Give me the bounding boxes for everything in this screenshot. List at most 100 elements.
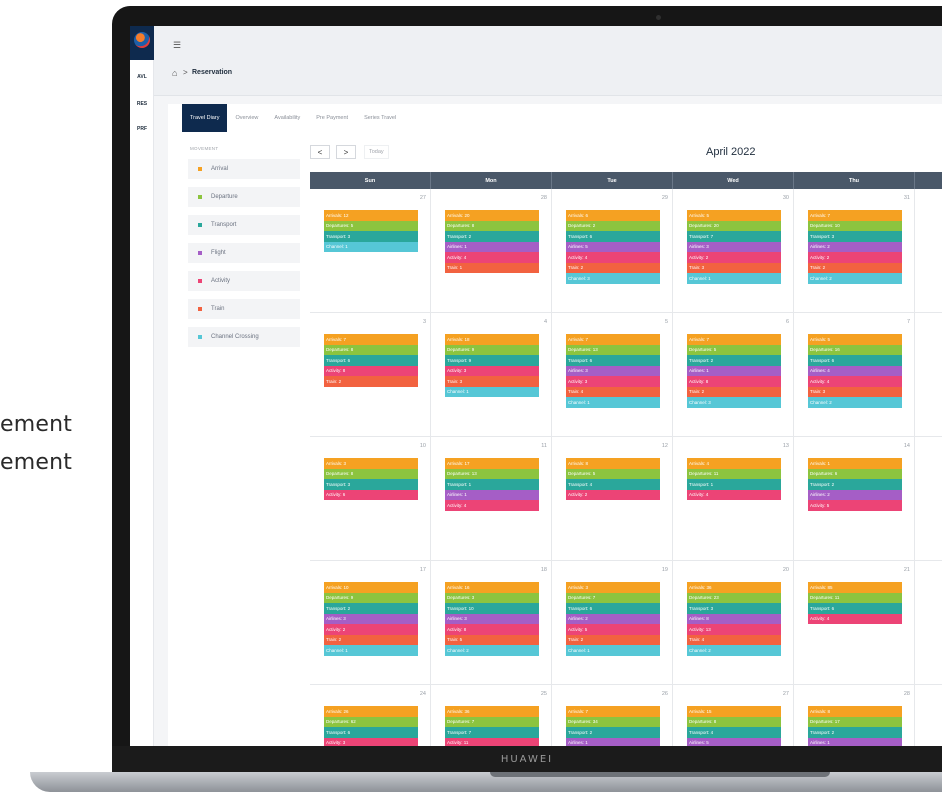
event-bar[interactable]: Arrivals: 17 [445, 458, 539, 469]
calendar-day[interactable]: 19 Arrivals: 3 Departures: 7 Transport: 6 Ai… [552, 561, 673, 685]
event-bar[interactable]: Channel: 1 [566, 645, 660, 656]
event-bar[interactable]: Channel: 2 [687, 645, 781, 656]
calendar-day[interactable]: 21 Arrivals: 85 Departures: 11 Transport: 6… [794, 561, 915, 685]
event-bar[interactable]: Departures: 2 [566, 220, 660, 231]
event-bar[interactable]: Airlines: 1 [808, 737, 902, 746]
event-bar[interactable]: Channel: 1 [324, 645, 418, 656]
event-bar[interactable]: Transport: 6 [324, 727, 418, 738]
event-bar[interactable]: Airlines: 3 [445, 613, 539, 624]
event-bar[interactable]: Arrivals: 10 [324, 582, 418, 593]
event-bar[interactable]: Arrivals: 36 [687, 582, 781, 593]
event-bar[interactable]: Arrivals: 1 [808, 458, 902, 469]
event-bar[interactable]: Transport: 3 [324, 231, 418, 242]
event-bar[interactable]: Airlines: 1 [687, 365, 781, 376]
event-bar[interactable]: Train: 1 [445, 262, 539, 273]
menu-icon[interactable]: ☰ [173, 40, 181, 51]
event-bar[interactable]: Activity: 2 [324, 624, 418, 635]
event-bar[interactable]: Train: 2 [808, 262, 902, 273]
event-bar[interactable]: Arrivals: 7 [566, 706, 660, 717]
event-bar[interactable]: Activity: 5 [808, 500, 902, 511]
event-bar[interactable]: Airlines: 5 [687, 737, 781, 746]
tab-availability[interactable]: Availability [266, 104, 308, 132]
event-bar[interactable]: Activity: 11 [445, 737, 539, 746]
event-bar[interactable]: Departures: 8 [445, 220, 539, 231]
event-bar[interactable]: Activity: 5 [566, 624, 660, 635]
event-bar[interactable]: Arrivals: 5 [808, 334, 902, 345]
event-bar[interactable]: Airlines: 1 [445, 489, 539, 500]
event-bar[interactable]: Departures: 3 [445, 592, 539, 603]
event-bar[interactable]: Airlines: 2 [566, 613, 660, 624]
event-bar[interactable]: Train: 2 [566, 634, 660, 645]
event-bar[interactable]: Activity: 3 [445, 365, 539, 376]
movement-item[interactable]: Activity [188, 271, 300, 291]
calendar-day[interactable]: 30 Arrivals: 5 Departures: 20 Transport: 7A… [673, 189, 794, 313]
event-bar[interactable]: Transport: 6 [566, 231, 660, 242]
calendar-day[interactable]: 28 Arrivals: 8 Departures: 17 Transport: 2A… [794, 685, 915, 746]
event-bar[interactable]: Airlines: 5 [566, 241, 660, 252]
event-bar[interactable]: Airlines: 1 [445, 241, 539, 252]
calendar-day[interactable]: 7 Arrivals: 5 Departures: 16 Transport: 6 Ai… [794, 313, 915, 437]
event-bar[interactable]: Channel: 1 [566, 397, 660, 408]
event-bar[interactable]: Transport: 2 [324, 603, 418, 614]
event-bar[interactable]: Train: 2 [324, 376, 418, 387]
movement-item[interactable]: Arrival [188, 159, 300, 179]
event-bar[interactable]: Arrivals: 18 [445, 334, 539, 345]
event-bar[interactable]: Channel: 1 [687, 273, 781, 284]
event-bar[interactable]: Activity: 2 [808, 252, 902, 263]
event-bar[interactable]: Arrivals: 20 [445, 210, 539, 221]
event-bar[interactable]: Airlines: 4 [808, 365, 902, 376]
event-bar[interactable]: Departures: 8 [324, 344, 418, 355]
calendar-day[interactable]: 31 Arrivals: 7 Departures: 10 Transport: 3A… [794, 189, 915, 313]
event-bar[interactable]: Arrivals: 7 [687, 334, 781, 345]
event-bar[interactable]: Departures: 23 [687, 592, 781, 603]
event-bar[interactable]: Transport: 6 [566, 355, 660, 366]
event-bar[interactable]: Train: 4 [566, 386, 660, 397]
calendar-day[interactable]: 13 Arrivals: 4 Departures: 11 Transport: 1A… [673, 437, 794, 561]
event-bar[interactable]: Transport: 4 [566, 479, 660, 490]
calendar-day[interactable]: 18 Arrivals: 16 Departures: 3 Transport: 10… [431, 561, 552, 685]
event-bar[interactable]: Transport: 10 [445, 603, 539, 614]
event-bar[interactable]: Activity: 4 [445, 252, 539, 263]
event-bar[interactable]: Arrivals: 8 [566, 458, 660, 469]
event-bar[interactable]: Airlines: 3 [324, 613, 418, 624]
calendar-day[interactable]: 6 Arrivals: 7 Departures: 5 Transport: 2 Air… [673, 313, 794, 437]
event-bar[interactable]: Transport: 2 [808, 727, 902, 738]
event-bar[interactable]: Arrivals: 7 [808, 210, 902, 221]
event-bar[interactable]: Departures: 9 [445, 344, 539, 355]
event-bar[interactable]: Train: 4 [687, 634, 781, 645]
calendar-day[interactable]: 10 Arrivals: 3 Departures: 8 Transport: 3 Ac… [310, 437, 431, 561]
today-button[interactable]: Today [364, 145, 389, 159]
event-bar[interactable]: Arrivals: 7 [566, 334, 660, 345]
event-bar[interactable]: Departures: 7 [445, 716, 539, 727]
event-bar[interactable]: Arrivals: 12 [324, 210, 418, 221]
event-bar[interactable]: Airlines: 3 [566, 365, 660, 376]
movement-item[interactable]: Flight [188, 243, 300, 263]
event-bar[interactable]: Transport: 7 [445, 727, 539, 738]
calendar-day[interactable]: 4 Arrivals: 18 Departures: 9 Transport: 9 Ac… [431, 313, 552, 437]
calendar-day[interactable]: 25 Arrivals: 36 Departures: 7 Transport: 7A… [431, 685, 552, 746]
event-bar[interactable]: Train: 2 [324, 634, 418, 645]
event-bar[interactable]: Train: 2 [687, 386, 781, 397]
event-bar[interactable]: Arrivals: 8 [808, 706, 902, 717]
event-bar[interactable]: Transport: 6 [808, 603, 902, 614]
event-bar[interactable]: Transport: 6 [566, 603, 660, 614]
event-bar[interactable]: Train: 3 [687, 262, 781, 273]
event-bar[interactable]: Transport: 2 [687, 355, 781, 366]
calendar-day[interactable]: 3 Arrivals: 7 Departures: 8 Transport: 6 Act… [310, 313, 431, 437]
event-bar[interactable]: Channel: 1 [445, 386, 539, 397]
tab-overview[interactable]: Overview [227, 104, 266, 132]
event-bar[interactable]: Channel: 1 [324, 241, 418, 252]
rail-item-avl[interactable]: AVL [130, 74, 154, 80]
event-bar[interactable]: Departures: 8 [687, 716, 781, 727]
event-bar[interactable]: Departures: 10 [808, 220, 902, 231]
event-bar[interactable]: Train: 2 [566, 262, 660, 273]
event-bar[interactable]: Transport: 1 [445, 479, 539, 490]
calendar-day[interactable]: 28 Arrivals: 20 Departures: 8 Transport: 2A… [431, 189, 552, 313]
event-bar[interactable]: Transport: 3 [324, 479, 418, 490]
event-bar[interactable]: Channel: 2 [445, 645, 539, 656]
event-bar[interactable]: Activity: 8 [445, 624, 539, 635]
event-bar[interactable]: Arrivals: 16 [445, 582, 539, 593]
event-bar[interactable]: Channel: 2 [808, 397, 902, 408]
event-bar[interactable]: Arrivals: 26 [324, 706, 418, 717]
movement-item[interactable]: Departure [188, 187, 300, 207]
